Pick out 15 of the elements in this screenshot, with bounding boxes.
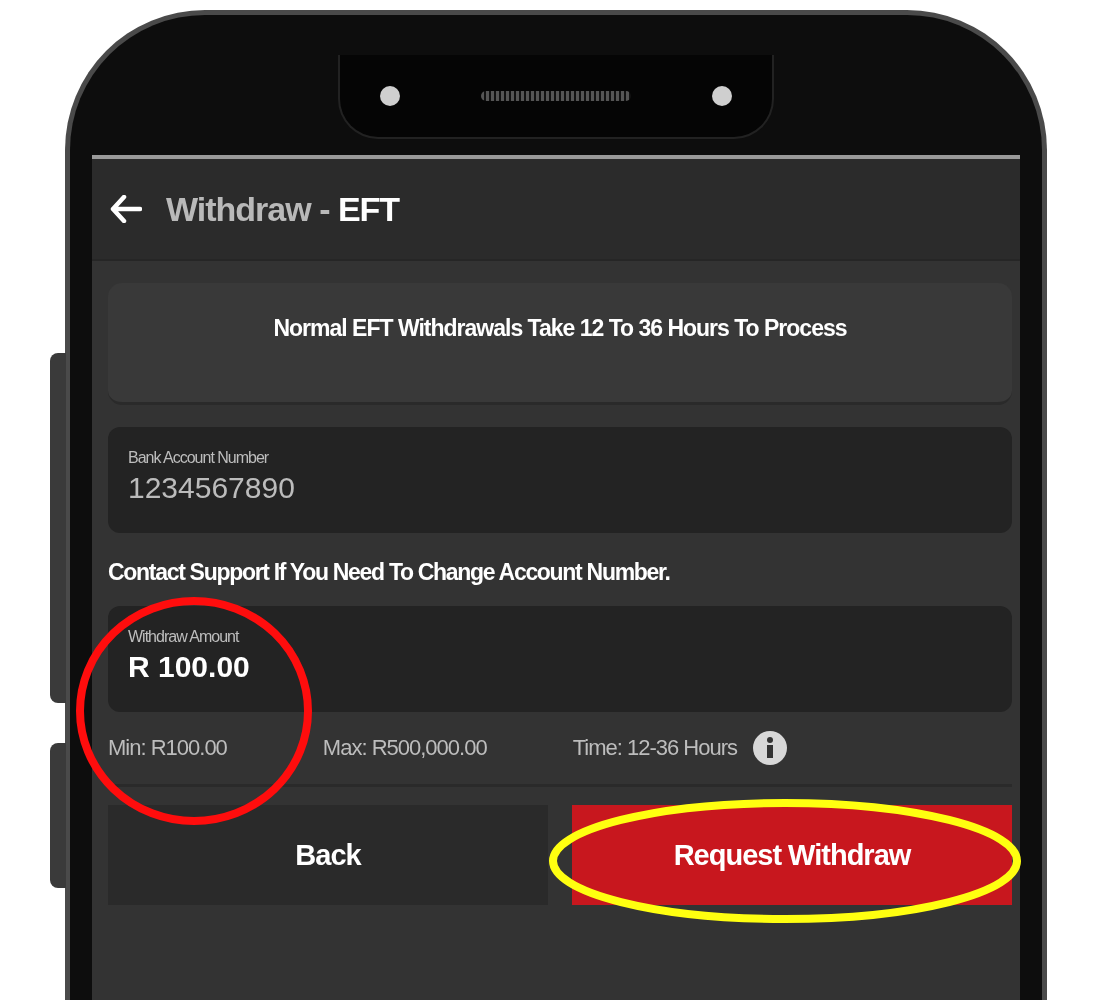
back-button[interactable]: Back (108, 805, 548, 905)
page-title: Withdraw - EFT (166, 189, 400, 229)
field-label: Withdraw Amount (128, 628, 240, 646)
field-label: Bank Account Number (128, 449, 270, 467)
notice-text: Normal EFT Withdrawals Take 12 To 36 Hours To Process (273, 315, 847, 343)
speaker-icon (481, 91, 631, 101)
limit-text: Min: R100.00 (108, 735, 227, 761)
input-field[interactable]: R 100.00 (128, 650, 528, 684)
request-button[interactable]: Request Withdraw (572, 805, 1012, 905)
back-arrow-icon[interactable] (110, 195, 142, 223)
info-icon[interactable] (753, 731, 787, 765)
limit-text: Max: R500,000.00 (322, 735, 487, 761)
limit-text: Time: 12-36 Hours (572, 735, 737, 761)
support-note: Contact Support If You Need To Change Account Number. (108, 559, 671, 586)
camera-icon (380, 86, 400, 106)
